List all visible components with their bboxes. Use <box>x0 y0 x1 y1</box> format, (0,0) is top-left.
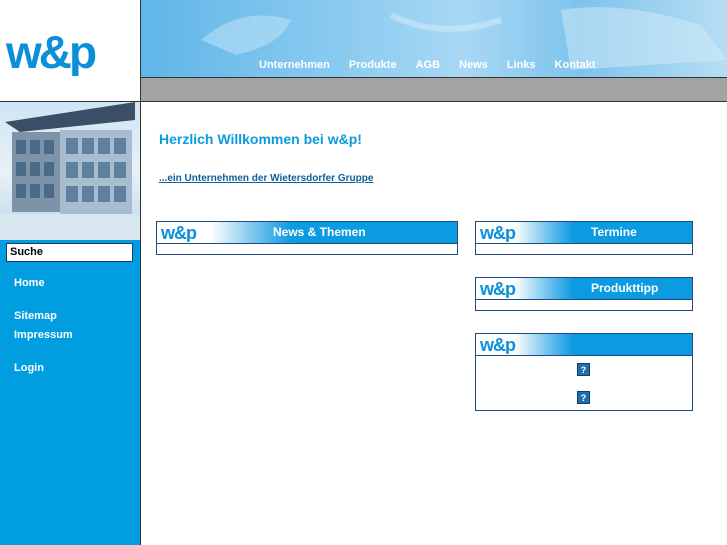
wp-mini-logo: w&p <box>160 224 198 242</box>
extra-box-header: w&p <box>476 334 692 356</box>
sidebar-item-impressum[interactable]: Impressum <box>14 329 73 341</box>
building-image <box>0 102 141 240</box>
missing-image-icon[interactable]: ? <box>577 363 590 376</box>
news-box-title[interactable]: News & Themen <box>273 225 366 239</box>
produkttipp-box: w&p Produkttipp <box>475 277 693 311</box>
svg-text:w&p: w&p <box>479 224 516 242</box>
sidebar-item-home[interactable]: Home <box>14 277 45 289</box>
svg-text:w&p: w&p <box>479 336 516 354</box>
sidebar-item-login[interactable]: Login <box>14 362 44 374</box>
news-box-header: w&p News & Themen <box>157 222 457 244</box>
wp-mini-logo: w&p <box>479 280 517 298</box>
header-banner: Unternehmen Produkte AGB News Links Kont… <box>141 0 727 78</box>
produkttipp-box-header: w&p Produkttipp <box>476 278 692 300</box>
search-input[interactable]: Suche <box>6 243 133 262</box>
termine-box: w&p Termine <box>475 221 693 255</box>
wp-mini-logo: w&p <box>479 224 517 242</box>
missing-image-icon[interactable]: ? <box>577 391 590 404</box>
group-link[interactable]: ...ein Unternehmen der Wietersdorfer Gru… <box>159 173 373 184</box>
news-box: w&p News & Themen <box>156 221 458 255</box>
main-nav: Unternehmen Produkte AGB News Links Kont… <box>259 59 614 71</box>
logo-area: w&p <box>0 0 141 102</box>
nav-kontakt[interactable]: Kontakt <box>555 59 596 71</box>
nav-produkte[interactable]: Produkte <box>349 59 397 71</box>
nav-links[interactable]: Links <box>507 59 536 71</box>
nav-news[interactable]: News <box>459 59 488 71</box>
svg-text:w&p: w&p <box>6 28 96 76</box>
produkttipp-box-title[interactable]: Produkttipp <box>591 281 658 295</box>
svg-text:w&p: w&p <box>479 280 516 298</box>
page-title: Herzlich Willkommen bei w&p! <box>159 131 362 147</box>
grey-bar <box>141 78 727 102</box>
sidebar: Suche Home Sitemap Impressum Login <box>0 240 141 545</box>
nav-unternehmen[interactable]: Unternehmen <box>259 59 330 71</box>
termine-box-header: w&p Termine <box>476 222 692 244</box>
svg-text:w&p: w&p <box>160 224 197 242</box>
nav-agb[interactable]: AGB <box>416 59 440 71</box>
extra-box: w&p ? ? <box>475 333 693 411</box>
wp-mini-logo: w&p <box>479 336 517 354</box>
sidebar-item-sitemap[interactable]: Sitemap <box>14 310 57 322</box>
wp-logo[interactable]: w&p <box>6 28 138 76</box>
termine-box-title[interactable]: Termine <box>591 225 637 239</box>
